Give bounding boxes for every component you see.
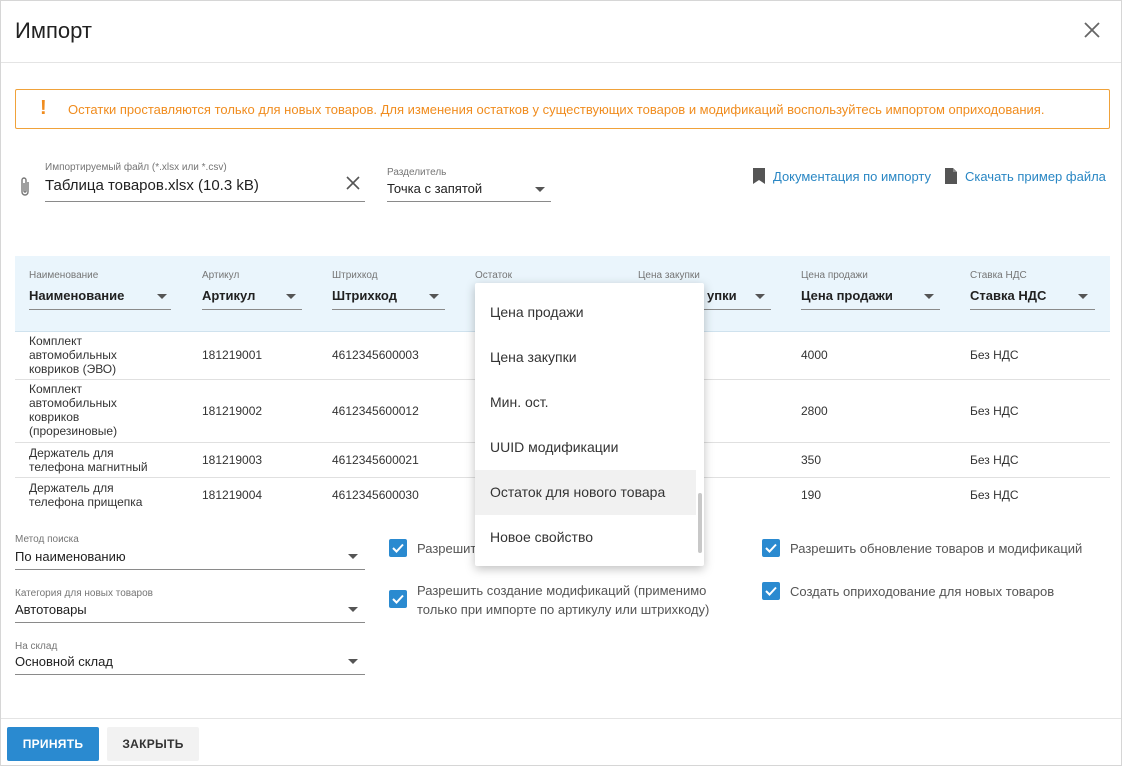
warehouse-underline bbox=[15, 674, 365, 675]
create-receipt-checkbox[interactable] bbox=[762, 582, 780, 600]
warning-alert: ! Остатки проставляются только для новых… bbox=[15, 89, 1110, 129]
cell-price: 4000 bbox=[801, 348, 828, 362]
column-select[interactable]: Артикул bbox=[202, 288, 255, 303]
dialog-title: Импорт bbox=[15, 18, 92, 43]
separator-label: Разделитель bbox=[387, 167, 447, 178]
dropdown-item[interactable]: Остаток для нового товара bbox=[475, 470, 696, 515]
chevron-down-icon[interactable] bbox=[348, 554, 358, 559]
create-receipt-label: Создать оприходование для новых товаров bbox=[790, 584, 1055, 599]
column-underline bbox=[202, 309, 302, 310]
chevron-down-icon[interactable] bbox=[157, 294, 167, 299]
cell-sku: 181219003 bbox=[202, 453, 263, 467]
warehouse-label: На склад bbox=[15, 641, 58, 652]
close-icon[interactable] bbox=[1081, 19, 1103, 41]
chevron-down-icon[interactable] bbox=[1078, 294, 1088, 299]
search-method-label: Метод поиска bbox=[15, 534, 79, 545]
cell-name: Комплект автомобильных ковриков (ЭВО) bbox=[29, 334, 117, 376]
chevron-down-icon[interactable] bbox=[535, 187, 545, 192]
separator-underline bbox=[387, 201, 551, 202]
cell-sku: 181219004 bbox=[202, 488, 263, 502]
file-field-label: Импортируемый файл (*.xlsx или *.csv) bbox=[45, 162, 227, 173]
cell-price: 190 bbox=[801, 488, 822, 502]
column-label: Цена закупки bbox=[638, 270, 700, 281]
cell-sku: 181219002 bbox=[202, 404, 263, 418]
download-sample-link[interactable]: Скачать пример файла bbox=[965, 169, 1106, 184]
chevron-down-icon[interactable] bbox=[924, 294, 934, 299]
cell-barcode: 4612345600030 bbox=[332, 488, 419, 502]
warning-text: Остатки проставляются только для новых т… bbox=[68, 102, 1045, 117]
dropdown-scrollbar[interactable] bbox=[698, 493, 702, 553]
file-icon bbox=[945, 168, 957, 184]
separator-select[interactable]: Точка с запятой bbox=[387, 181, 482, 196]
column-dropdown-menu: Цена продажи Цена закупки Мин. ост. UUID… bbox=[475, 283, 704, 566]
chevron-down-icon[interactable] bbox=[348, 659, 358, 664]
cell-sku: 181219001 bbox=[202, 348, 263, 362]
cell-barcode: 4612345600003 bbox=[332, 348, 419, 362]
category-label: Категория для новых товаров bbox=[15, 588, 153, 599]
column-underline bbox=[332, 309, 445, 310]
column-underline bbox=[29, 309, 171, 310]
search-method-underline bbox=[15, 569, 365, 570]
check-icon bbox=[392, 543, 404, 553]
docs-link[interactable]: Документация по импорту bbox=[773, 169, 931, 184]
column-select[interactable]: Цена продажи bbox=[801, 288, 893, 303]
column-select[interactable]: Штрихкод bbox=[332, 288, 397, 303]
check-icon bbox=[392, 594, 404, 604]
file-field-value[interactable]: Таблица товаров.xlsx (10.3 kB) bbox=[45, 177, 259, 194]
clear-file-icon[interactable] bbox=[344, 174, 362, 192]
column-underline bbox=[801, 309, 940, 310]
column-label: Ставка НДС bbox=[970, 270, 1027, 281]
bookmark-icon bbox=[753, 168, 765, 184]
column-select[interactable]: Ставка НДС bbox=[970, 288, 1046, 303]
cell-vat: Без НДС bbox=[970, 404, 1019, 418]
dropdown-item[interactable]: UUID модификации bbox=[475, 425, 696, 470]
allow-modifications-label: Разрешить создание модификаций (применим… bbox=[417, 583, 710, 617]
chevron-down-icon[interactable] bbox=[348, 607, 358, 612]
dropdown-item[interactable]: Новое свойство bbox=[475, 515, 696, 560]
import-dialog: Импорт ! Остатки проставляются только дл… bbox=[0, 0, 1122, 766]
column-label: Цена продажи bbox=[801, 270, 868, 281]
file-field-underline bbox=[45, 201, 365, 202]
chevron-down-icon[interactable] bbox=[755, 294, 765, 299]
allow-create-label: Разрешит bbox=[417, 541, 477, 556]
column-label: Артикул bbox=[202, 270, 240, 281]
check-icon bbox=[765, 586, 777, 596]
chevron-down-icon[interactable] bbox=[286, 294, 296, 299]
dropdown-item[interactable]: Цена закупки bbox=[475, 335, 696, 380]
column-select[interactable]: Наименование bbox=[29, 288, 124, 303]
cell-price: 350 bbox=[801, 453, 822, 467]
column-select[interactable]: упки bbox=[707, 288, 737, 303]
dialog-footer: ПРИНЯТЬ ЗАКРЫТЬ bbox=[1, 718, 1121, 766]
category-underline bbox=[15, 622, 365, 623]
cell-price: 2800 bbox=[801, 404, 828, 418]
chevron-down-icon[interactable] bbox=[429, 294, 439, 299]
cell-name: Держатель для телефона магнитный bbox=[29, 446, 148, 474]
column-label: Штрихкод bbox=[332, 270, 378, 281]
accept-button[interactable]: ПРИНЯТЬ bbox=[7, 727, 99, 761]
dropdown-item[interactable]: Цена продажи bbox=[475, 290, 696, 335]
dialog-header: Импорт bbox=[1, 1, 1121, 63]
search-method-select[interactable]: По наименованию bbox=[15, 549, 126, 564]
cell-vat: Без НДС bbox=[970, 348, 1019, 362]
cell-barcode: 4612345600021 bbox=[332, 453, 419, 467]
cell-name: Держатель для телефона прищепка bbox=[29, 481, 143, 509]
cell-name: Комплект автомобильных ковриков (прорези… bbox=[29, 382, 118, 438]
warehouse-select[interactable]: Основной склад bbox=[15, 654, 113, 669]
dropdown-item[interactable]: Мин. ост. bbox=[475, 380, 696, 425]
warning-icon: ! bbox=[40, 97, 47, 119]
column-underline bbox=[970, 309, 1095, 310]
cell-vat: Без НДС bbox=[970, 488, 1019, 502]
cell-barcode: 4612345600012 bbox=[332, 404, 419, 418]
close-button[interactable]: ЗАКРЫТЬ bbox=[107, 727, 199, 761]
allow-modifications-checkbox[interactable] bbox=[389, 590, 407, 608]
allow-update-checkbox[interactable] bbox=[762, 539, 780, 557]
allow-create-checkbox[interactable] bbox=[389, 539, 407, 557]
paperclip-icon bbox=[21, 177, 29, 196]
column-label: Остаток bbox=[475, 270, 512, 281]
category-select[interactable]: Автотовары bbox=[15, 602, 87, 617]
check-icon bbox=[765, 543, 777, 553]
cell-vat: Без НДС bbox=[970, 453, 1019, 467]
allow-update-label: Разрешить обновление товаров и модификац… bbox=[790, 541, 1083, 556]
column-label: Наименование bbox=[29, 270, 99, 281]
